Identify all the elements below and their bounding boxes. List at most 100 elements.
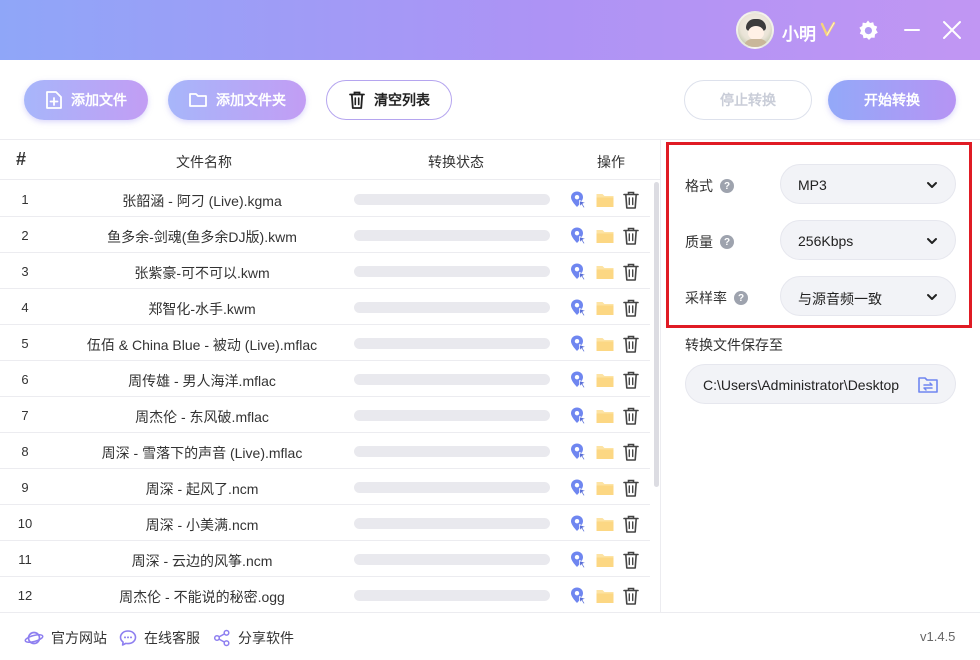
folder-icon (189, 93, 207, 107)
file-name: 鱼多余-剑魂(鱼多余DJ版).kwm (107, 229, 297, 245)
clear-list-label: 清空列表 (374, 92, 430, 108)
file-name: 周深 - 雪落下的声音 (Live).mflac (101, 445, 303, 461)
format-label: 格式 ? (685, 176, 734, 196)
scrollbar-thumb[interactable] (654, 182, 659, 487)
table-row[interactable]: 11 周深 - 云边的风筝.ncm (0, 541, 650, 577)
chevron-down-icon (927, 238, 937, 244)
delete-icon[interactable] (622, 370, 640, 390)
open-folder-icon[interactable] (595, 515, 615, 533)
open-folder-icon[interactable] (595, 443, 615, 461)
open-folder-icon[interactable] (595, 407, 615, 425)
chat-bubble-icon (119, 630, 137, 646)
divider (660, 140, 661, 612)
share-software-label: 分享软件 (238, 630, 294, 646)
file-name: 周深 - 云边的风筝.ncm (131, 553, 273, 569)
open-folder-icon[interactable] (595, 191, 615, 209)
open-folder-icon[interactable] (595, 479, 615, 497)
delete-icon[interactable] (622, 514, 640, 534)
table-row[interactable]: 4 郑智化-水手.kwm (0, 289, 650, 325)
table-row[interactable]: 7 周杰伦 - 东风破.mflac (0, 397, 650, 433)
delete-icon[interactable] (622, 586, 640, 606)
version-label: v1.4.5 (920, 629, 956, 644)
sample-rate-label: 采样率 ? (685, 288, 748, 308)
progress-bar (354, 518, 550, 529)
column-header-actions: 操作 (597, 154, 625, 170)
online-support-link[interactable]: 在线客服 (119, 628, 200, 648)
delete-icon[interactable] (622, 550, 640, 570)
table-row[interactable]: 1 张韶涵 - 阿刁 (Live).kgma (0, 181, 650, 217)
help-icon[interactable]: ? (720, 235, 734, 249)
help-icon[interactable]: ? (720, 179, 734, 193)
table-row[interactable]: 10 周深 - 小美满.ncm (0, 505, 650, 541)
save-path-field[interactable]: C:\Users\Administrator\Desktop (685, 364, 956, 404)
open-folder-icon[interactable] (595, 299, 615, 317)
file-list[interactable]: 1 张韶涵 - 阿刁 (Live).kgma 2 鱼多余-剑魂(鱼多余DJ版).… (0, 181, 660, 612)
delete-icon[interactable] (622, 190, 640, 210)
close-icon[interactable] (940, 18, 964, 42)
locate-pin-icon[interactable] (568, 190, 588, 210)
sample-rate-select[interactable]: 与源音频一致 (780, 276, 956, 316)
add-file-icon (46, 91, 62, 109)
open-folder-icon[interactable] (595, 587, 615, 605)
delete-icon[interactable] (622, 226, 640, 246)
file-name: 张紫豪-可不可以.kwm (134, 265, 270, 281)
table-row[interactable]: 6 周传雄 - 男人海洋.mflac (0, 361, 650, 397)
locate-pin-icon[interactable] (568, 550, 588, 570)
add-file-button[interactable]: 添加文件 (24, 80, 148, 120)
progress-bar (354, 410, 550, 421)
stop-convert-button[interactable]: 停止转换 (684, 80, 812, 120)
progress-bar (354, 482, 550, 493)
locate-pin-icon[interactable] (568, 298, 588, 318)
progress-bar (354, 302, 550, 313)
share-software-link[interactable]: 分享软件 (213, 628, 294, 648)
delete-icon[interactable] (622, 442, 640, 462)
locate-pin-icon[interactable] (568, 262, 588, 282)
file-name: 周深 - 起风了.ncm (145, 481, 259, 497)
official-website-link[interactable]: 官方网站 (24, 628, 107, 648)
row-number: 10 (17, 516, 33, 531)
delete-icon[interactable] (622, 334, 640, 354)
locate-pin-icon[interactable] (568, 406, 588, 426)
table-row[interactable]: 2 鱼多余-剑魂(鱼多余DJ版).kwm (0, 217, 650, 253)
open-folder-icon[interactable] (595, 227, 615, 245)
table-row[interactable]: 8 周深 - 雪落下的声音 (Live).mflac (0, 433, 650, 469)
avatar[interactable] (736, 11, 774, 49)
progress-bar (354, 590, 550, 601)
row-number: 8 (21, 444, 29, 459)
open-folder-icon[interactable] (595, 371, 615, 389)
folder-swap-icon[interactable] (917, 375, 939, 395)
delete-icon[interactable] (622, 298, 640, 318)
locate-pin-icon[interactable] (568, 586, 588, 606)
open-folder-icon[interactable] (595, 263, 615, 281)
table-header: # 文件名称 转换状态 操作 (0, 140, 660, 180)
open-folder-icon[interactable] (595, 551, 615, 569)
add-folder-button[interactable]: 添加文件夹 (168, 80, 306, 120)
minimize-icon[interactable] (902, 18, 922, 42)
table-row[interactable]: 5 伍佰 & China Blue - 被动 (Live).mflac (0, 325, 650, 361)
file-name: 伍佰 & China Blue - 被动 (Live).mflac (86, 337, 318, 353)
file-name: 周杰伦 - 不能说的秘密.ogg (119, 589, 285, 605)
table-row[interactable]: 12 周杰伦 - 不能说的秘密.ogg (0, 577, 650, 612)
delete-icon[interactable] (622, 478, 640, 498)
row-number: 7 (21, 408, 29, 423)
table-row[interactable]: 3 张紫豪-可不可以.kwm (0, 253, 650, 289)
start-convert-button[interactable]: 开始转换 (828, 80, 956, 120)
format-select[interactable]: MP3 (780, 164, 956, 204)
username[interactable]: 小明 (782, 20, 816, 45)
locate-pin-icon[interactable] (568, 370, 588, 390)
delete-icon[interactable] (622, 262, 640, 282)
locate-pin-icon[interactable] (568, 514, 588, 534)
quality-label: 质量 ? (685, 232, 734, 252)
table-row[interactable]: 9 周深 - 起风了.ncm (0, 469, 650, 505)
help-icon[interactable]: ? (734, 291, 748, 305)
locate-pin-icon[interactable] (568, 334, 588, 354)
row-number: 3 (21, 264, 29, 279)
clear-list-button[interactable]: 清空列表 (326, 80, 452, 120)
delete-icon[interactable] (622, 406, 640, 426)
gear-icon[interactable] (856, 18, 880, 42)
locate-pin-icon[interactable] (568, 226, 588, 246)
locate-pin-icon[interactable] (568, 442, 588, 462)
open-folder-icon[interactable] (595, 335, 615, 353)
locate-pin-icon[interactable] (568, 478, 588, 498)
quality-select[interactable]: 256Kbps (780, 220, 956, 260)
